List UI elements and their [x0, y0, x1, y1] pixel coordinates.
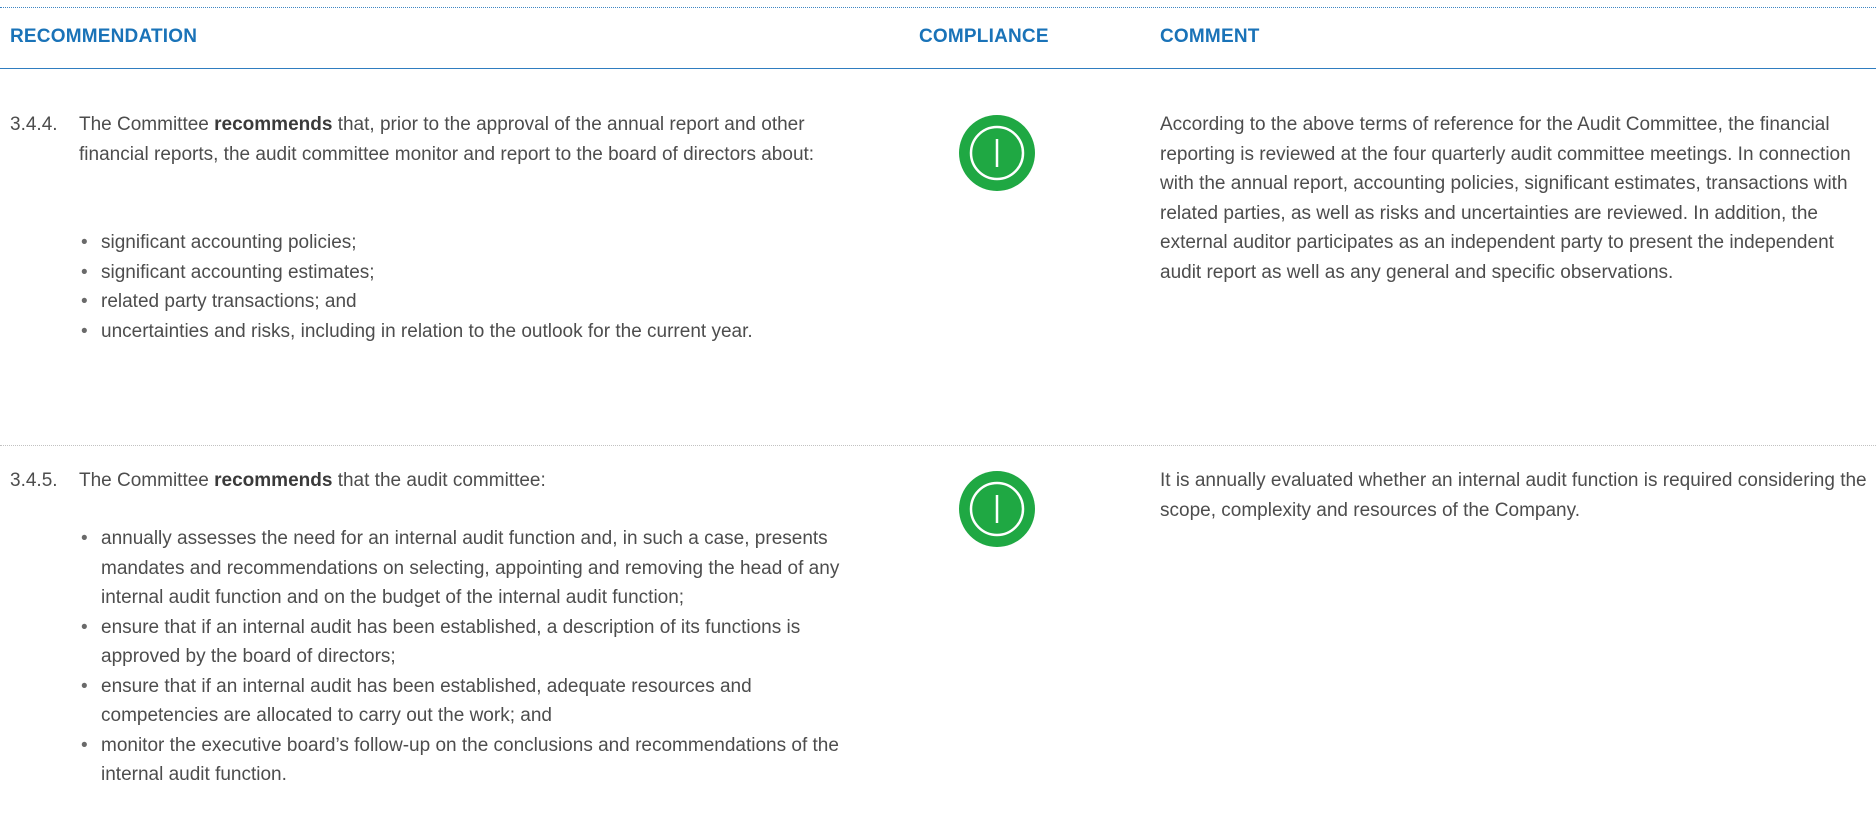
top-dotted-divider: [0, 7, 1876, 8]
recommendation-text: The Committee recommends that the audit …: [79, 466, 849, 496]
recommendation-bullet-list: annually assesses the need for an intern…: [79, 524, 849, 790]
header-recommendation: RECOMMENDATION: [10, 26, 198, 47]
compliant-icon: [959, 115, 1035, 191]
list-item: significant accounting estimates;: [79, 258, 849, 288]
compliant-icon: [959, 471, 1035, 547]
list-item: uncertainties and risks, including in re…: [79, 317, 849, 347]
list-item: ensure that if an internal audit has bee…: [79, 613, 849, 672]
header-divider: [0, 68, 1876, 69]
list-item: monitor the executive board’s follow-up …: [79, 731, 849, 790]
list-item: ensure that if an internal audit has bee…: [79, 672, 849, 731]
recommendation-text-pre: The Committee: [79, 470, 215, 491]
comment-text: It is annually evaluated whether an inte…: [1160, 470, 1867, 521]
recommendation-number: 3.4.4.: [10, 114, 58, 135]
recommendation-bullet-list: significant accounting policies; signifi…: [79, 228, 849, 346]
list-item: related party transactions; and: [79, 287, 849, 317]
header-comment: COMMENT: [1160, 26, 1260, 47]
recommendation-keyword: recommends: [214, 470, 333, 491]
header-compliance: COMPLIANCE: [919, 26, 1049, 47]
recommendation-text-post: that the audit committee:: [332, 470, 546, 491]
recommendation-text-pre: The Committee: [79, 114, 215, 135]
recommendation-number: 3.4.5.: [10, 470, 58, 491]
recommendation-keyword: recommends: [214, 114, 333, 135]
comment-text: According to the above terms of referenc…: [1160, 114, 1851, 283]
recommendation-text: The Committee recommends that, prior to …: [79, 110, 849, 169]
row-divider: [0, 445, 1876, 446]
list-item: significant accounting policies;: [79, 228, 849, 258]
list-item: annually assesses the need for an intern…: [79, 524, 849, 613]
